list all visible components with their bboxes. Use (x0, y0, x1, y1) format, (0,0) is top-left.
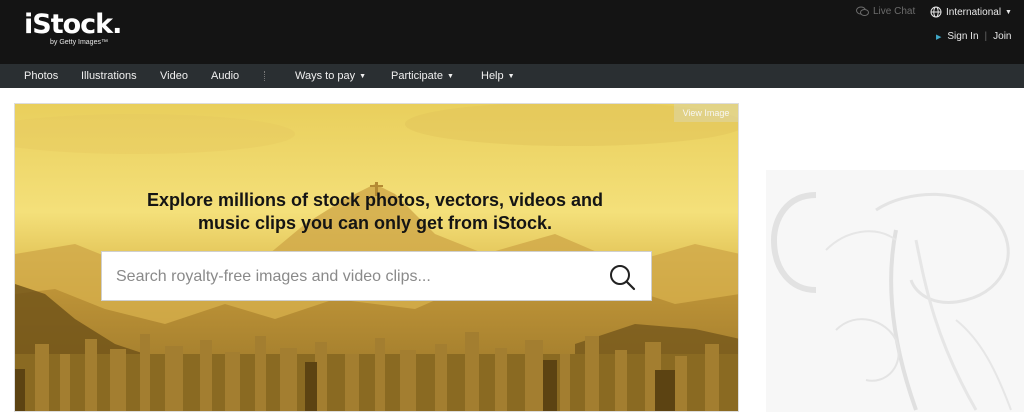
hero-headline-line-2: music clips you can only get from iStock… (197, 213, 553, 233)
live-chat-link[interactable]: Live Chat (856, 6, 915, 17)
top-header: iStock. by Getty Images™ Live Chat Inter… (0, 0, 1024, 64)
hero-headline-line-1: Explore millions of stock photos, vector… (146, 190, 604, 210)
hero-headline: Explore millions of stock photos, vector… (55, 189, 695, 235)
main-nav: Photos Illustrations Video Audio Ways to… (0, 64, 1024, 88)
nav-participate-label: Participate (391, 70, 443, 82)
nav-photos[interactable]: Photos (24, 64, 58, 88)
region-label: International (946, 6, 1002, 18)
join-link[interactable]: Join (993, 31, 1011, 42)
region-selector[interactable]: International ▼ (930, 6, 1012, 18)
logo-tagline: by Getty Images™ (50, 39, 108, 46)
caret-down-icon: ▼ (507, 73, 515, 80)
sign-in-link[interactable]: Sign In (947, 31, 978, 42)
view-image-button[interactable]: View Image (674, 104, 738, 122)
chat-bubble-icon (856, 6, 869, 16)
nav-ways-to-pay-label: Ways to pay (295, 70, 356, 82)
search-input[interactable] (116, 265, 586, 289)
search-box (101, 251, 652, 301)
nav-divider (264, 71, 266, 81)
caret-down-icon: ▼ (1005, 8, 1012, 16)
decorative-ornament (766, 170, 1024, 412)
ornament-graphic (770, 192, 1012, 411)
auth-links: ▶ Sign In | Join (936, 31, 1012, 42)
nav-illustrations[interactable]: Illustrations (81, 64, 137, 88)
logo-wordmark: iStock. (24, 9, 122, 40)
nav-help-label: Help (481, 70, 504, 82)
magnifier-icon (610, 265, 636, 291)
nav-video[interactable]: Video (160, 64, 188, 88)
istock-logo[interactable]: iStock. by Getty Images™ (24, 9, 122, 47)
hero-banner: View Image Explore millions of stock pho… (14, 103, 739, 412)
search-button[interactable] (607, 262, 637, 292)
live-chat-label: Live Chat (873, 6, 916, 17)
auth-separator: | (984, 31, 988, 42)
nav-help[interactable]: Help ▼ (481, 64, 515, 88)
nav-participate[interactable]: Participate ▼ (391, 64, 454, 88)
caret-down-icon: ▼ (446, 73, 454, 80)
caret-down-icon: ▼ (359, 73, 367, 80)
globe-icon (930, 6, 942, 18)
nav-audio[interactable]: Audio (211, 64, 239, 88)
nav-ways-to-pay[interactable]: Ways to pay ▼ (295, 64, 366, 88)
triangle-right-icon: ▶ (936, 33, 942, 41)
